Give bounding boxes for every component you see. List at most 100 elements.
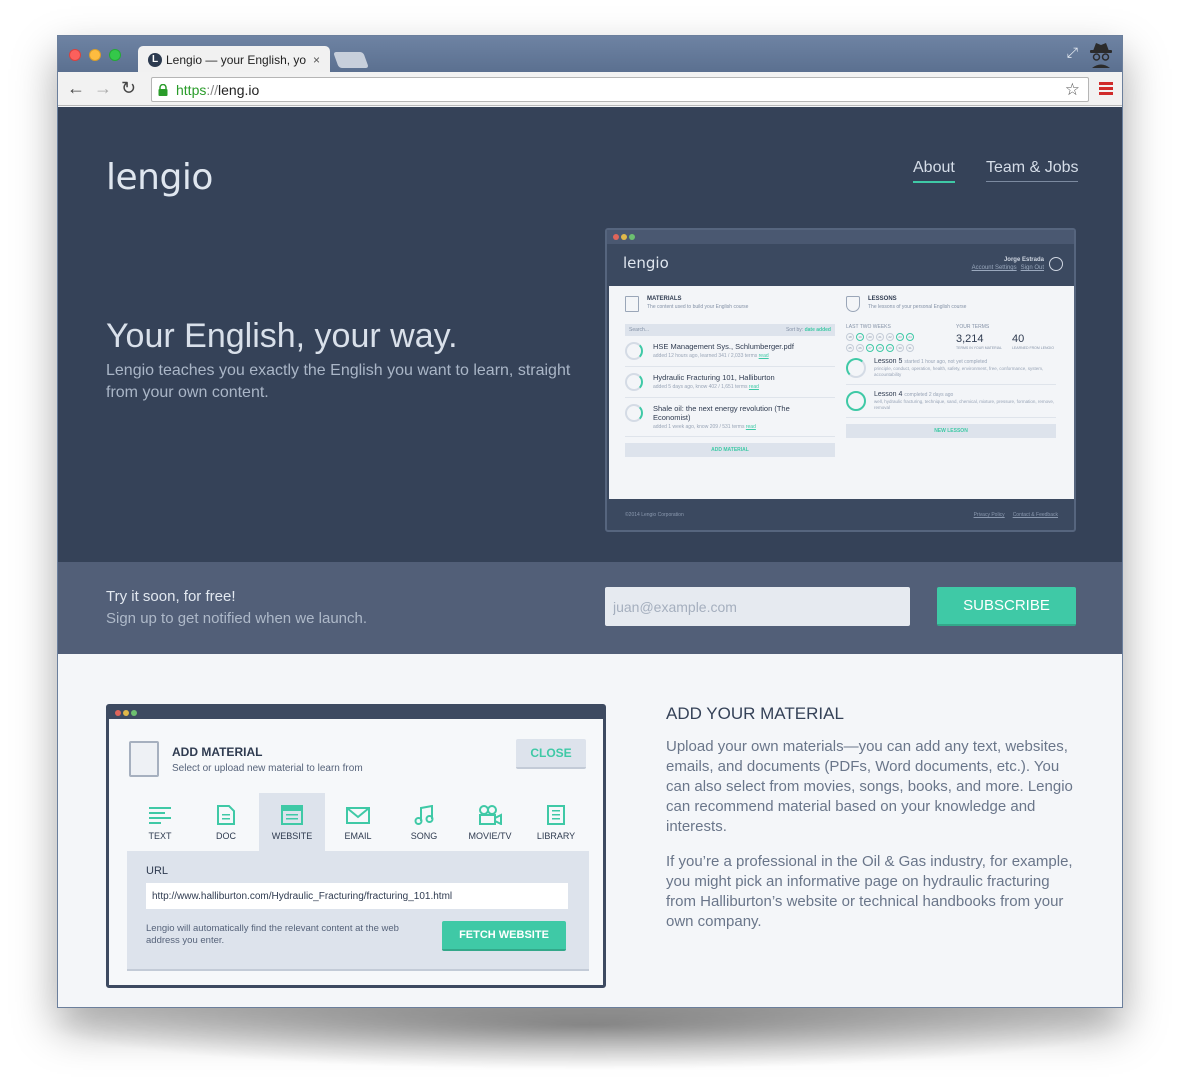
day-marker: 27 (866, 344, 874, 352)
yellow-dot-icon (123, 710, 129, 716)
feature-section: ADD MATERIAL Select or upload new materi… (58, 654, 1122, 1007)
lessons-stats: LAST TWO WEEKS 18 19 20 21 22 23 24 25 26 27 28 29… (846, 324, 1056, 352)
url-scheme: https (176, 81, 207, 98)
zoom-window-button[interactable] (109, 49, 121, 61)
tab-movie-tv[interactable]: MOVIE/TV (457, 793, 523, 851)
green-dot-icon (131, 710, 137, 716)
tab-website[interactable]: WEBSITE (259, 793, 325, 851)
material-item: HSE Management Sys., Schlumberger.pdf ad… (625, 336, 835, 367)
app-preview-logo: lengio (623, 254, 669, 272)
day-marker: 30 (896, 344, 904, 352)
search-placeholder: Search... (629, 327, 650, 333)
app-preview-body: MATERIALS The content used to build your… (609, 286, 1074, 499)
feature-paragraph-1: Upload your own materials—you can add an… (666, 738, 1073, 835)
lesson-terms: principle, conduct, operation, health, s… (874, 366, 1044, 377)
day-marker: 22 (886, 333, 894, 341)
tab-label: SONG (410, 831, 438, 841)
graduation-cap-icon (846, 296, 860, 312)
movie-camera-icon (479, 805, 502, 825)
browser-menu-icon[interactable] (1099, 82, 1113, 97)
bookmark-star-icon[interactable]: ☆ (1065, 80, 1080, 100)
material-type-tabs: TEXT DOC WEBSITE EMAIL SONG MOVIE/TV LIB… (127, 793, 589, 851)
subscribe-button[interactable]: SUBSCRIBE (937, 587, 1076, 626)
lessons-subtitle: The lessons of your personal English cou… (868, 304, 967, 310)
minimize-window-button[interactable] (89, 49, 101, 61)
tab-label: WEBSITE (271, 831, 313, 841)
lesson-item: Lesson 5 started 1 hour ago, not yet com… (846, 352, 1056, 385)
privacy-policy-link: Privacy Policy (973, 512, 1005, 518)
sort-label: Sort by: (785, 327, 804, 333)
browser-tab[interactable]: L Lengio — your English, yo × (138, 46, 330, 73)
browser-window: L Lengio — your English, yo × ⤢ ← → ↻ ht… (57, 35, 1123, 1008)
material-item: Hydraulic Fracturing 101, Halliburton ad… (625, 367, 835, 398)
document-icon (625, 296, 639, 312)
red-dot-icon (115, 710, 121, 716)
web-page: lengio About Team & Jobs Your English, y… (58, 107, 1122, 1007)
lesson-item: Lesson 4 completed 2 days ago well, hydr… (846, 385, 1056, 418)
lesson-name: Lesson 4 (874, 391, 903, 398)
url-field[interactable] (146, 883, 568, 909)
learned-count: 40 (1011, 333, 1025, 345)
tab-doc[interactable]: DOC (193, 793, 259, 851)
hero-title: Your English, your way. (106, 317, 458, 355)
fetch-website-button[interactable]: FETCH WEBSITE (442, 921, 566, 951)
lesson-status: started 1 hour ago, not yet completed (904, 359, 988, 365)
fullscreen-icon[interactable]: ⤢ (1067, 44, 1078, 61)
new-tab-button[interactable] (333, 52, 369, 68)
doc-icon (217, 805, 235, 825)
read-link: read (748, 384, 759, 390)
tab-title: Lengio — your English, yo (166, 52, 307, 67)
dialog-titlebar (109, 707, 603, 719)
day-marker: 24 (906, 333, 914, 341)
email-field[interactable] (605, 587, 910, 626)
title-bar: L Lengio — your English, yo × ⤢ (58, 36, 1122, 73)
dialog-title: ADD MATERIAL (172, 745, 263, 759)
sign-out-link: Sign Out (1020, 265, 1044, 271)
app-preview-user: Jorge Estrada Account Settings Sign Out (968, 256, 1044, 272)
close-button[interactable]: CLOSE (516, 739, 586, 769)
user-name: Jorge Estrada (1003, 257, 1044, 263)
forward-arrow-icon[interactable]: → (94, 78, 112, 98)
day-marker: 26 (856, 344, 864, 352)
tab-library[interactable]: LIBRARY (523, 793, 589, 851)
documents-icon (125, 741, 159, 787)
nav-link-team-jobs[interactable]: Team & Jobs (986, 159, 1079, 182)
read-link: read (745, 424, 756, 430)
address-bar[interactable]: https://leng.io ☆ (151, 77, 1089, 102)
progress-ring-icon (625, 373, 643, 391)
reload-icon[interactable]: ↻ (121, 78, 136, 98)
copyright: ©2014 Lengio Corporation (625, 512, 684, 518)
green-dot-icon (629, 234, 635, 240)
tab-close-icon[interactable]: × (313, 53, 320, 67)
last-two-weeks-label: LAST TWO WEEKS (846, 324, 891, 330)
days-row-1: 18 19 20 21 22 23 24 (846, 333, 956, 341)
signup-section: Try it soon, for free! Sign up to get no… (58, 562, 1122, 654)
tab-label: EMAIL (344, 831, 372, 841)
tab-email[interactable]: EMAIL (325, 793, 391, 851)
logo[interactable]: lengio (106, 157, 213, 198)
day-marker: 20 (866, 333, 874, 341)
material-name: Hydraulic Fracturing 101, Halliburton (653, 373, 775, 382)
website-panel: URL Lengio will automatically find the r… (127, 851, 589, 971)
dialog-subtitle: Select or upload new material to learn f… (172, 763, 363, 774)
day-marker: 23 (896, 333, 904, 341)
add-material-dialog: ADD MATERIAL Select or upload new materi… (106, 704, 606, 988)
day-marker: 29 (886, 344, 894, 352)
signup-title: Try it soon, for free! (106, 588, 236, 605)
close-window-button[interactable] (69, 49, 81, 61)
nav-link-about[interactable]: About (913, 159, 955, 183)
tab-label: LIBRARY (536, 831, 576, 841)
tab-song[interactable]: SONG (391, 793, 457, 851)
favicon-icon: L (148, 52, 162, 67)
app-preview-footer: ©2014 Lengio Corporation Privacy Policy C… (607, 502, 1074, 530)
url-separator: :// (206, 81, 219, 98)
contact-feedback-link: Contact & Feedback (1012, 512, 1058, 518)
app-preview: lengio Jorge Estrada Account Settings Sig… (605, 228, 1076, 532)
lesson-name: Lesson 5 (874, 358, 903, 365)
back-arrow-icon[interactable]: ← (67, 78, 85, 98)
tab-text[interactable]: TEXT (127, 793, 193, 851)
text-icon (149, 807, 171, 824)
your-terms-label: YOUR TERMS (956, 324, 990, 330)
learned-caption: LEARNED FROM LENGIO (1011, 346, 1054, 350)
day-marker: 25 (846, 344, 854, 352)
